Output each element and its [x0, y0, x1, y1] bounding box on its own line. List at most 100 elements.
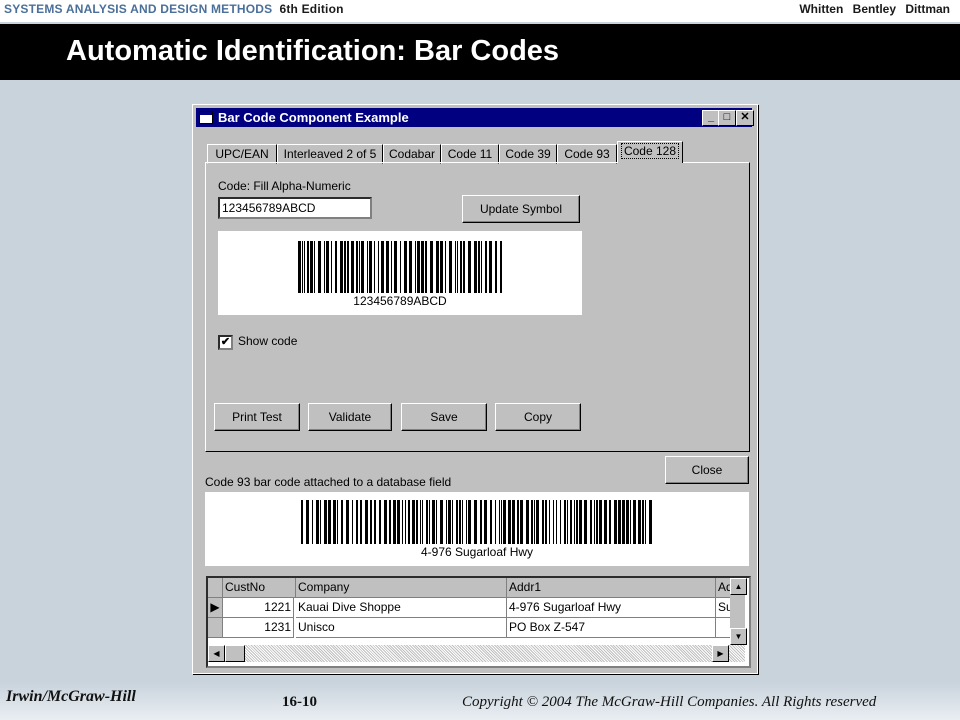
- barcode-bar: [335, 241, 337, 293]
- code93-barcode: [301, 500, 652, 544]
- barcode-caption: 123456789ABCD: [353, 294, 447, 308]
- barcode-bar: [468, 241, 471, 293]
- barcode-bar: [397, 500, 400, 544]
- barcode-bar: [462, 500, 463, 544]
- code-input[interactable]: 123456789ABCD: [218, 197, 372, 219]
- barcode-bar: [526, 500, 529, 544]
- cell-company[interactable]: Unisco: [296, 618, 507, 638]
- barcode-bar: [356, 241, 358, 293]
- save-button[interactable]: Save: [401, 403, 487, 431]
- page-number: 16-10: [282, 694, 317, 710]
- barcode-bar: [474, 500, 477, 544]
- barcode-bar: [391, 241, 392, 293]
- grid-corner: [208, 578, 223, 598]
- barcode-bar: [531, 500, 533, 544]
- barcode-bar: [520, 500, 523, 544]
- tab-interleaved-2-of-5[interactable]: Interleaved 2 of 5: [277, 144, 383, 164]
- column-header-addr1[interactable]: Addr1: [507, 578, 716, 598]
- vertical-scrollbar[interactable]: ▲ ▼: [730, 578, 747, 645]
- update-symbol-button[interactable]: Update Symbol: [462, 195, 580, 223]
- customer-grid[interactable]: CustNo Company Addr1 Ad ▶ 1221 Kauai Div…: [206, 576, 751, 668]
- barcode-bar: [340, 241, 343, 293]
- barcode-image: 123456789ABCD: [218, 231, 582, 315]
- barcode-bar: [455, 241, 456, 293]
- tab-codabar[interactable]: Codabar: [383, 144, 441, 164]
- barcode-bar: [405, 500, 406, 544]
- tab-code-39[interactable]: Code 39: [499, 144, 557, 164]
- scroll-right-arrow-icon[interactable]: ▶: [712, 645, 729, 662]
- cell-custno[interactable]: 1221: [223, 598, 294, 618]
- cell-addr1[interactable]: PO Box Z-547: [507, 618, 716, 638]
- copy-button[interactable]: Copy: [495, 403, 581, 431]
- barcode-bar: [542, 500, 544, 544]
- show-code-checkbox[interactable]: ✔: [218, 335, 233, 350]
- barcode-bar: [369, 241, 372, 293]
- maximize-button[interactable]: □: [718, 110, 736, 126]
- tab-code-128[interactable]: Code 128: [617, 141, 683, 163]
- barcode-bar: [508, 500, 511, 544]
- tab-code-93[interactable]: Code 93: [557, 144, 617, 164]
- barcode-bar: [503, 500, 506, 544]
- barcode-bar: [517, 500, 519, 544]
- barcode-bar: [642, 500, 644, 544]
- cell-company[interactable]: Kauai Dive Shoppe: [296, 598, 507, 618]
- scroll-thumb[interactable]: [225, 645, 245, 662]
- barcode-bar: [570, 500, 572, 544]
- barcode-bar: [318, 241, 321, 293]
- window-title: Bar Code Component Example: [218, 110, 409, 125]
- close-button[interactable]: Close: [665, 456, 749, 484]
- cell-addr1[interactable]: 4-976 Sugarloaf Hwy: [507, 598, 716, 618]
- barcode-bar: [304, 241, 305, 293]
- barcode-bar: [463, 241, 465, 293]
- barcode-bar: [440, 500, 443, 544]
- barcode-bar: [490, 500, 492, 544]
- checkmark-icon: ✔: [220, 336, 231, 348]
- cell-custno[interactable]: 1231: [223, 618, 294, 638]
- copyright: Copyright © 2004 The McGraw-Hill Compani…: [462, 694, 877, 710]
- barcode-bar: [374, 241, 375, 293]
- barcode-bar: [564, 500, 566, 544]
- barcode-bar: [420, 500, 421, 544]
- barcode-bar: [645, 500, 646, 544]
- barcode-bar: [440, 241, 443, 293]
- code128-barcode: [298, 241, 502, 293]
- barcode-bar: [446, 500, 447, 544]
- barcode-bar: [310, 241, 313, 293]
- barcode-bar: [324, 500, 327, 544]
- barcode-bar: [312, 500, 313, 544]
- window-titlebar[interactable]: Bar Code Component Example _ □ ✕: [196, 108, 754, 127]
- barcode-bar: [567, 500, 568, 544]
- barcode-bar: [314, 241, 315, 293]
- column-header-custno[interactable]: CustNo: [223, 578, 296, 598]
- scroll-up-arrow-icon[interactable]: ▲: [730, 578, 747, 595]
- barcode-bar: [630, 500, 631, 544]
- publisher: Irwin/McGraw-Hill: [6, 688, 136, 705]
- barcode-bar: [386, 241, 389, 293]
- window-app-icon[interactable]: [199, 111, 213, 124]
- validate-button[interactable]: Validate: [308, 403, 392, 431]
- barcode-bar: [626, 500, 629, 544]
- horizontal-scrollbar[interactable]: ◀ ▶: [208, 645, 745, 662]
- tab-upc-ean[interactable]: UPC/EAN: [207, 144, 277, 164]
- tab-code-11[interactable]: Code 11: [441, 144, 499, 164]
- row-indicator[interactable]: ▶: [208, 598, 223, 618]
- barcode-bar: [649, 500, 652, 544]
- barcode-bar: [389, 500, 391, 544]
- scroll-left-arrow-icon[interactable]: ◀: [208, 645, 225, 662]
- code-label: Code: Fill Alpha-Numeric: [218, 179, 351, 193]
- barcode-bar: [370, 500, 372, 544]
- barcode-bar: [417, 241, 420, 293]
- close-window-button[interactable]: ✕: [736, 110, 754, 126]
- scroll-down-arrow-icon[interactable]: ▼: [730, 628, 747, 645]
- barcode-bar: [374, 500, 376, 544]
- barcode-bar: [614, 500, 617, 544]
- barcode-bar: [378, 241, 379, 293]
- barcode-bar: [590, 500, 592, 544]
- barcode-bar: [429, 500, 430, 544]
- column-header-company[interactable]: Company: [296, 578, 507, 598]
- print-test-button[interactable]: Print Test: [214, 403, 300, 431]
- barcode-bar: [584, 500, 587, 544]
- barcode-bar: [622, 500, 625, 544]
- row-indicator[interactable]: [208, 618, 223, 638]
- barcode-bar: [459, 500, 461, 544]
